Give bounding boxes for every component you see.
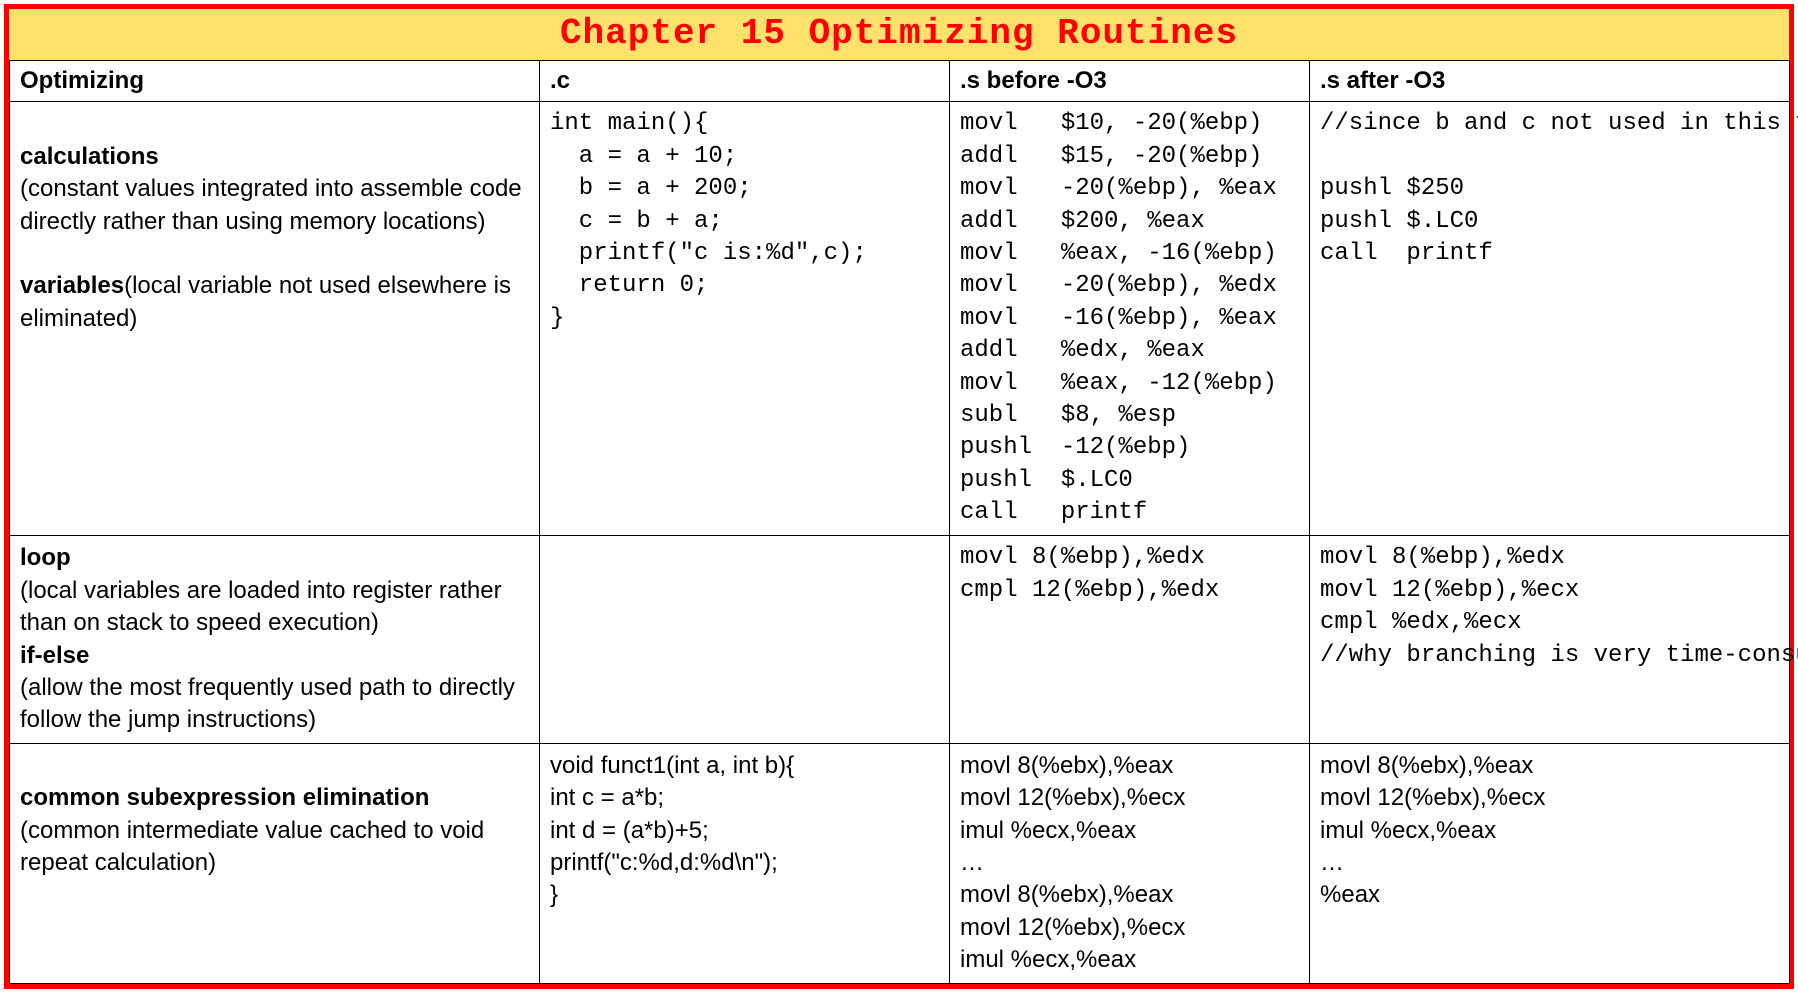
cell-optimizing: loop (local variables are loaded into re… bbox=[10, 536, 540, 743]
optimizing-table: Optimizing .c .s before -O3 .s after -O3… bbox=[9, 60, 1790, 984]
cell-after: //since b and c not used in this functio… bbox=[1310, 102, 1790, 536]
cell-c-code: int main(){ a = a + 10; b = a + 200; c =… bbox=[540, 102, 950, 536]
desc-bold: variables bbox=[20, 272, 124, 299]
table-row: loop (local variables are loaded into re… bbox=[10, 536, 1790, 743]
cell-c-code bbox=[540, 536, 950, 743]
cell-before: movl $10, -20(%ebp) addl $15, -20(%ebp) … bbox=[950, 102, 1310, 536]
desc-text: (allow the most frequently used path to … bbox=[20, 674, 515, 733]
chapter-table-frame: Chapter 15 Optimizing Routines Optimizin… bbox=[4, 4, 1794, 989]
cell-before: movl 8(%ebx),%eax movl 12(%ebx),%ecx imu… bbox=[950, 743, 1310, 983]
header-optimizing: Optimizing bbox=[10, 61, 540, 102]
cell-after: movl 8(%ebx),%eax movl 12(%ebx),%ecx imu… bbox=[1310, 743, 1790, 983]
desc-text: (constant values integrated into assembl… bbox=[20, 175, 522, 234]
header-c: .c bbox=[540, 61, 950, 102]
cell-after: movl 8(%ebp),%edx movl 12(%ebp),%ecx cmp… bbox=[1310, 536, 1790, 743]
desc-bold: calculations bbox=[20, 143, 159, 170]
table-row: common subexpression elimination (common… bbox=[10, 743, 1790, 983]
desc-bold: loop bbox=[20, 544, 71, 571]
desc-text: (local variables are loaded into registe… bbox=[20, 577, 502, 636]
cell-c-code: void funct1(int a, int b){ int c = a*b; … bbox=[540, 743, 950, 983]
header-after: .s after -O3 bbox=[1310, 61, 1790, 102]
chapter-title: Chapter 15 Optimizing Routines bbox=[9, 9, 1789, 60]
desc-bold: common subexpression elimination bbox=[20, 784, 429, 811]
cell-optimizing: calculations (constant values integrated… bbox=[10, 102, 540, 536]
desc-text: (common intermediate value cached to voi… bbox=[20, 817, 484, 876]
header-before: .s before -O3 bbox=[950, 61, 1310, 102]
cell-before: movl 8(%ebp),%edx cmpl 12(%ebp),%edx bbox=[950, 536, 1310, 743]
cell-optimizing: common subexpression elimination (common… bbox=[10, 743, 540, 983]
desc-bold: if-else bbox=[20, 642, 89, 669]
table-row: calculations (constant values integrated… bbox=[10, 102, 1790, 536]
